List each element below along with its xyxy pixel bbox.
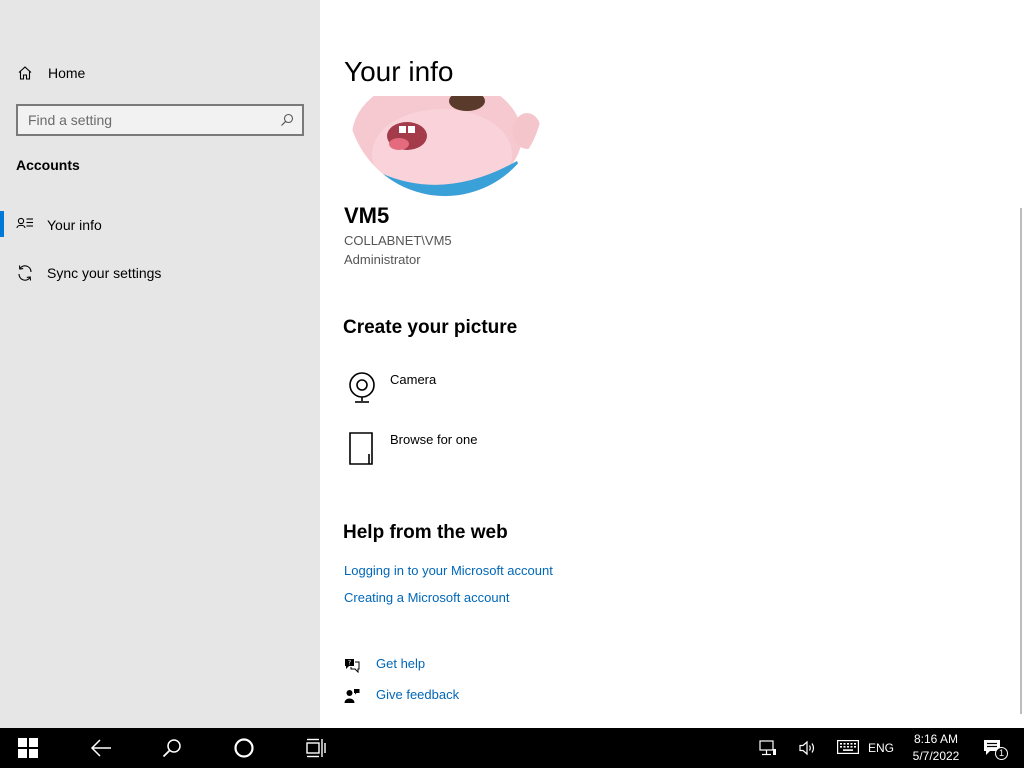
page-title: Your info [344,56,454,87]
cortana-button[interactable] [220,728,268,768]
browse-option-label: Browse for one [390,432,478,447]
cortana-icon [234,738,254,758]
task-view-icon [306,738,326,758]
svg-text:?: ? [348,659,351,667]
nav-home-label: Home [48,65,86,81]
sync-icon [18,265,32,281]
sidebar-item-sync-settings[interactable]: Sync your settings [0,255,320,291]
get-help-label: Get help [376,656,426,671]
browse-file-icon [349,432,373,465]
sidebar-item-label: Your info [47,217,102,233]
user-display-name: VM5 [344,203,390,228]
volume-tray-button[interactable] [794,728,822,768]
nav-home[interactable]: Home [0,58,320,88]
search-input[interactable] [18,106,268,134]
task-view-button[interactable] [292,728,340,768]
sidebar-item-label: Sync your settings [47,265,162,281]
feedback-icon [344,689,360,703]
windows-logo-icon [18,738,38,758]
link-creating-microsoft-account[interactable]: Creating a Microsoft account [344,590,509,605]
back-button[interactable] [76,728,124,768]
link-logging-in-microsoft-account[interactable]: Logging in to your Microsoft account [344,563,553,578]
keyboard-icon [837,740,859,754]
taskbar: ENG 8:16 AM 5/7/2022 1 [0,728,1024,768]
volume-icon [799,740,815,756]
browse-for-one-option[interactable]: Browse for one [344,430,644,470]
contact-info-icon [16,217,33,229]
section-title-accounts: Accounts [16,157,80,173]
get-help-icon: ? [345,659,360,673]
avatar [347,96,543,196]
user-role: Administrator [344,252,421,267]
create-picture-heading: Create your picture [343,317,518,338]
camera-option-label: Camera [390,372,437,387]
taskbar-search-button[interactable] [148,728,196,768]
give-feedback-link[interactable]: Give feedback [344,687,544,707]
search-icon[interactable] [280,113,294,127]
network-tray-button[interactable] [754,728,782,768]
selection-indicator [0,211,4,237]
get-help-link[interactable]: ? Get help [344,656,544,676]
user-account-name: COLLABNET\VM5 [344,233,452,248]
camera-option[interactable]: Camera [344,370,644,410]
input-language-indicator[interactable]: ENG [868,741,894,755]
clock-date: 5/7/2022 [912,749,960,763]
give-feedback-label: Give feedback [376,687,460,702]
clock-time: 8:16 AM [913,732,959,746]
home-icon [18,66,32,80]
help-from-web-heading: Help from the web [343,522,508,543]
find-setting-search[interactable] [16,104,304,136]
vertical-scrollbar[interactable] [1020,208,1022,714]
start-button[interactable] [4,728,52,768]
settings-content: Your info VM5 COLLABNET\VM5 Administrato… [320,0,1024,728]
settings-sidebar: Home Accounts Your info Sync your settin… [0,0,320,728]
back-arrow-icon [90,739,111,757]
taskbar-clock[interactable]: 8:16 AM 5/7/2022 [904,731,968,765]
action-center-button[interactable]: 1 [980,728,1010,768]
sidebar-item-your-info[interactable]: Your info [0,207,320,243]
notification-count-badge: 1 [995,747,1008,760]
camera-icon [349,372,375,403]
search-icon [162,739,181,758]
touch-keyboard-button[interactable] [832,728,864,768]
network-icon [759,740,776,756]
